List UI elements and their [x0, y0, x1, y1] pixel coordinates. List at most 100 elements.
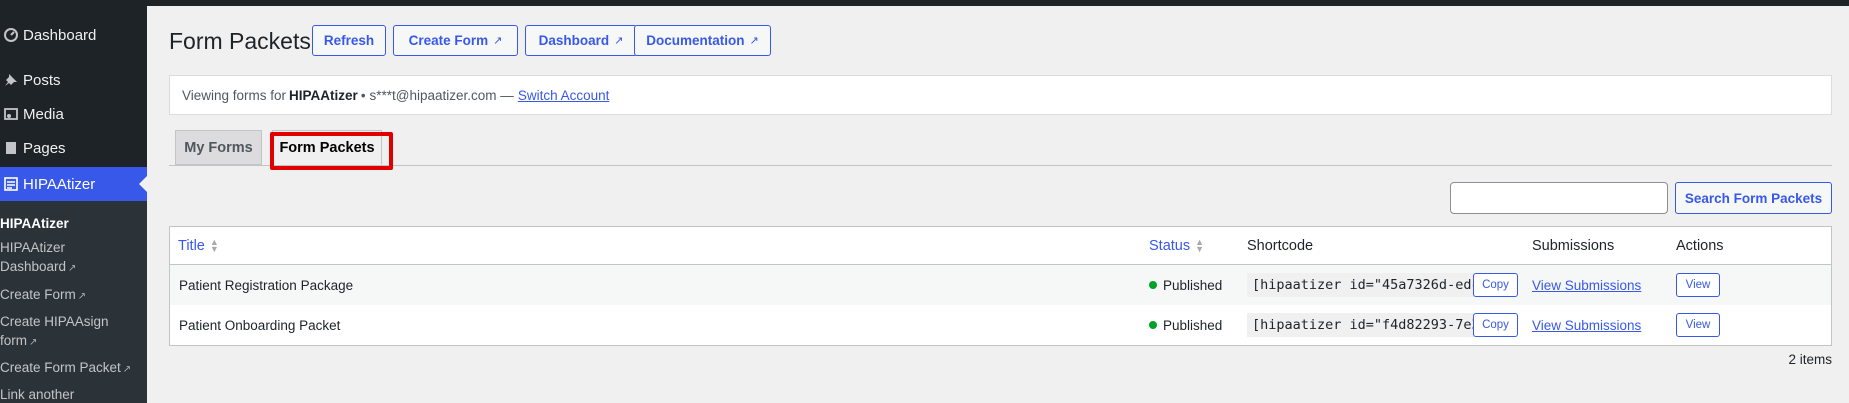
external-link-icon: ↗: [493, 35, 503, 47]
row-actions: View: [1676, 305, 1720, 345]
submenu-item-label: Link another: [0, 387, 75, 402]
submenu-item-label: Create HIPAAsign form: [0, 314, 109, 348]
column-submissions-header: Submissions: [1532, 227, 1614, 264]
external-link-icon: ↗: [68, 263, 77, 274]
column-label: Actions: [1676, 237, 1724, 254]
search-input[interactable]: [1450, 182, 1668, 214]
external-link-icon: ↗: [614, 35, 624, 47]
table-row: Patient Onboarding Packet Published [hip…: [170, 305, 1831, 345]
column-label: Submissions: [1532, 237, 1615, 254]
sort-icon: ▲ ▼: [209, 236, 219, 254]
submenu-item-link-another[interactable]: Link another: [0, 385, 140, 403]
view-button[interactable]: View: [1676, 313, 1720, 337]
tab-form-packets[interactable]: Form Packets: [272, 130, 382, 165]
dashboard-button[interactable]: Dashboard ↗: [525, 25, 637, 56]
notice-prefix: Viewing forms for: [182, 87, 287, 103]
page-icon: [0, 141, 22, 155]
submenu-item-create-form-packet[interactable]: Create Form Packet ↗: [0, 358, 140, 379]
button-label: Dashboard: [538, 33, 610, 48]
sidebar-item-pages[interactable]: Pages: [0, 131, 147, 165]
status-dot-icon: [1149, 321, 1157, 329]
shortcode-text[interactable]: [hipaatizer id="f4d82293-7e33...: [1247, 313, 1493, 337]
button-label: Create Form: [408, 33, 489, 48]
button-label: Refresh: [323, 33, 375, 48]
sidebar-item-label: Posts: [23, 71, 61, 89]
sidebar-item-dashboard[interactable]: Dashboard: [0, 18, 147, 52]
tab-my-forms[interactable]: My Forms: [175, 130, 262, 165]
sidebar-item-posts[interactable]: Posts: [0, 63, 147, 97]
submenu-item-create-hipaasign-form[interactable]: Create HIPAAsign form ↗: [0, 312, 110, 352]
tab-label: Form Packets: [279, 139, 375, 156]
main-content: Form Packets Refresh Create Form ↗ Dashbo…: [147, 6, 1849, 403]
submenu-item-create-form[interactable]: Create Form ↗: [0, 285, 140, 306]
row-shortcode: [hipaatizer id="f4d82293-7e33...: [1247, 305, 1493, 345]
page-title: Form Packets: [169, 28, 311, 54]
column-label: Shortcode: [1247, 237, 1314, 254]
row-submissions: View Submissions: [1532, 305, 1641, 345]
row-copy: Copy: [1473, 265, 1518, 305]
table-header: Title ▲ ▼ Status ▲ ▼ Shortcode Submissions…: [170, 227, 1831, 265]
view-button[interactable]: View: [1676, 273, 1720, 297]
column-label: Status: [1149, 237, 1191, 254]
submenu-item-label: HIPAAtizer Dashboard: [0, 240, 67, 274]
submenu-item-hipaatizer-dashboard[interactable]: HIPAAtizer Dashboard ↗: [0, 238, 80, 278]
row-copy: Copy: [1473, 305, 1518, 345]
row-title: Patient Onboarding Packet: [179, 317, 341, 333]
button-label: Documentation: [646, 33, 745, 48]
form-icon: [0, 177, 22, 191]
tab-label: My Forms: [184, 139, 253, 156]
button-label: Search Form Packets: [1684, 190, 1823, 206]
submenu-item-label: Create Form: [0, 287, 76, 302]
documentation-button[interactable]: Documentation ↗: [634, 25, 771, 56]
view-submissions-link[interactable]: View Submissions: [1532, 278, 1641, 293]
notice-email: s***t@hipaatizer.com —: [369, 87, 514, 103]
column-title-header[interactable]: Title ▲ ▼: [178, 227, 219, 264]
media-icon: [0, 107, 22, 121]
submenu-item-label: Create Form Packet: [0, 360, 121, 375]
row-actions: View: [1676, 265, 1720, 305]
admin-sidebar: Dashboard Posts Media Pages HIPAAtizer H…: [0, 6, 147, 403]
status-dot-icon: [1149, 281, 1157, 289]
status-label: Published: [1163, 317, 1223, 333]
row-title: Patient Registration Package: [179, 277, 354, 293]
create-form-button[interactable]: Create Form ↗: [393, 25, 518, 56]
form-packets-table: Title ▲ ▼ Status ▲ ▼ Shortcode Submissions…: [169, 226, 1832, 346]
switch-account-link[interactable]: Switch Account: [518, 88, 610, 103]
status-label: Published: [1163, 277, 1223, 293]
sidebar-item-hipaatizer[interactable]: HIPAAtizer: [0, 167, 147, 201]
table-row: Patient Registration Package Published […: [170, 265, 1831, 305]
column-actions-header: Actions: [1676, 227, 1724, 264]
submenu-heading[interactable]: HIPAAtizer: [0, 214, 140, 233]
notice-separator: •: [360, 87, 366, 103]
view-submissions-link[interactable]: View Submissions: [1532, 318, 1641, 333]
column-label: Title: [178, 237, 205, 254]
sidebar-item-label: HIPAAtizer: [23, 175, 96, 193]
dashboard-icon: [0, 28, 22, 42]
items-count: 2 items: [1788, 352, 1832, 367]
copy-button[interactable]: Copy: [1473, 273, 1518, 297]
external-link-icon: ↗: [122, 364, 132, 375]
sidebar-item-media[interactable]: Media: [0, 97, 147, 131]
sidebar-item-label: Dashboard: [23, 26, 97, 44]
hipaatizer-submenu: HIPAAtizer HIPAAtizer Dashboard ↗ Create …: [0, 201, 147, 403]
row-shortcode: [hipaatizer id="45a7326d-edc2...: [1247, 265, 1493, 305]
external-link-icon: ↗: [749, 35, 759, 47]
sidebar-item-label: Media: [23, 105, 64, 123]
external-link-icon: ↗: [29, 337, 38, 348]
row-submissions: View Submissions: [1532, 265, 1641, 305]
search-form-packets-button[interactable]: Search Form Packets: [1675, 182, 1832, 214]
pin-icon: [0, 73, 22, 87]
shortcode-text[interactable]: [hipaatizer id="45a7326d-edc2...: [1247, 273, 1493, 297]
row-status: Published: [1149, 305, 1222, 345]
sort-icon: ▲ ▼: [1195, 236, 1205, 254]
column-shortcode-header: Shortcode: [1247, 227, 1313, 264]
refresh-button[interactable]: Refresh: [312, 25, 386, 56]
sidebar-item-label: Pages: [23, 139, 66, 157]
account-notice: Viewing forms for HIPAAtizer • s***t@hip…: [169, 75, 1832, 115]
column-status-header[interactable]: Status ▲ ▼: [1149, 227, 1204, 264]
row-status: Published: [1149, 265, 1222, 305]
tabs-divider: [169, 165, 1832, 166]
external-link-icon: ↗: [77, 291, 87, 302]
notice-account: HIPAAtizer: [289, 87, 358, 103]
copy-button[interactable]: Copy: [1473, 313, 1518, 337]
